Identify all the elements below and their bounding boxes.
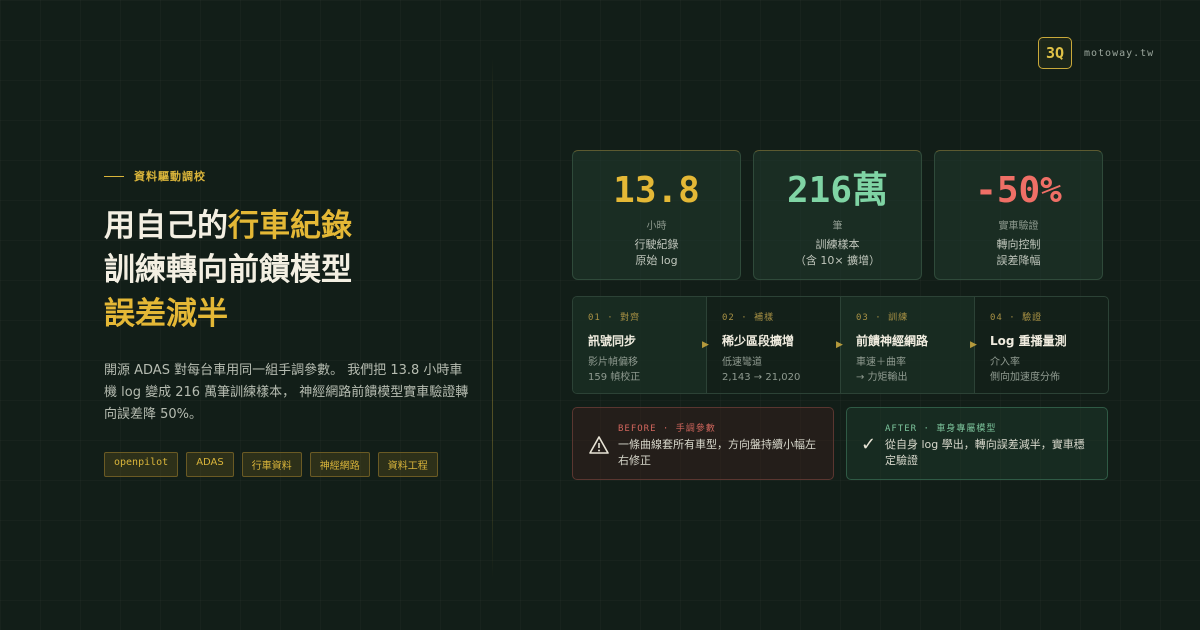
stat-value: 216萬 xyxy=(786,170,889,211)
before-text: 一條曲線套所有車型，方向盤持續小幅左右修正 xyxy=(618,438,816,467)
tag-data-engineering[interactable]: 資料工程 xyxy=(377,452,438,477)
pipeline-step-train: ▶ 03 · 訓練 前饋神經網路 車速＋曲率 → 力矩輸出 xyxy=(836,297,975,393)
stat-label-line1: 行駛紀錄 xyxy=(634,238,679,251)
eyebrow: 資料驅動調校 xyxy=(104,168,474,184)
stat-label: 行駛紀錄 原始 log xyxy=(573,237,740,269)
stat-label-line2: 誤差降幅 xyxy=(996,254,1041,267)
page-title: 用自己的行車紀錄 訓練轉向前饋模型 誤差減半 xyxy=(104,204,474,336)
site-domain: motoway.tw xyxy=(1084,47,1155,59)
stat-unit: 小時 xyxy=(646,221,667,232)
step-title: 稀少區段擴增 xyxy=(722,334,795,348)
tag-neural-network[interactable]: 神經網路 xyxy=(309,452,370,477)
title-line1-pre: 用自己的 xyxy=(104,208,228,244)
tag-openpilot[interactable]: openpilot xyxy=(104,452,179,477)
stat-value: -50% xyxy=(975,170,1062,211)
after-heading: AFTER · 車身專屬模型 xyxy=(885,424,997,434)
hero-text: 資料驅動調校 用自己的行車紀錄 訓練轉向前饋模型 誤差減半 開源 ADAS 對每… xyxy=(104,168,474,477)
step-number: 01 · 對齊 xyxy=(588,313,641,323)
tag-list: openpilot ADAS 行車資料 神經網路 資料工程 xyxy=(104,452,474,477)
title-line2: 訓練轉向前饋模型 xyxy=(104,252,352,288)
tag-adas[interactable]: ADAS xyxy=(186,452,234,477)
pipeline-step-validate: ▶ 04 · 驗證 Log 重播量測 介入率 側向加速度分佈 xyxy=(970,297,1108,393)
stat-unit: 筆 xyxy=(832,221,843,232)
description: 開源 ADAS 對每台車用同一組手調參數。 我們把 13.8 小時車機 log … xyxy=(104,363,469,422)
arrow-right-icon: ▶ xyxy=(702,340,709,350)
tag-driving-data[interactable]: 行車資料 xyxy=(241,452,302,477)
stat-card-error: -50% 實車驗證 轉向控制 誤差降幅 xyxy=(934,150,1103,280)
pipeline-step-augment: ▶ 02 · 補樣 稀少區段擴增 低速彎道 2,143 → 21,020 xyxy=(702,297,841,393)
stat-label-line2: （含 10× 擴增） xyxy=(794,254,881,267)
stat-card-hours: 13.8 小時 行駛紀錄 原始 log xyxy=(572,150,741,280)
step-title: 訊號同步 xyxy=(588,334,637,348)
arrow-right-icon: ▶ xyxy=(970,340,977,350)
stat-label-line1: 訓練樣本 xyxy=(815,238,860,251)
step-detail: 介入率 側向加速度分佈 xyxy=(990,357,1060,383)
stat-cards: 13.8 小時 行駛紀錄 原始 log 216萬 筆 訓練樣本 （含 10× 擴… xyxy=(572,150,1103,280)
step-detail: 車速＋曲率 → 力矩輸出 xyxy=(856,357,908,383)
eyebrow-label: 資料驅動調校 xyxy=(134,170,206,183)
column-divider xyxy=(492,58,493,578)
brand-logo[interactable]: 3Q motoway.tw xyxy=(1038,37,1154,69)
after-text: 從自身 log 學出，轉向誤差減半，實車穩定驗證 xyxy=(885,438,1085,467)
arrow-right-icon: ▶ xyxy=(836,340,843,350)
before-heading: BEFORE · 手調參數 xyxy=(618,424,716,434)
stat-label-line1: 轉向控制 xyxy=(996,238,1041,251)
stat-label: 轉向控制 誤差降幅 xyxy=(935,237,1102,269)
step-number: 02 · 補樣 xyxy=(722,313,775,323)
title-line3-highlight: 誤差減半 xyxy=(104,296,228,332)
stat-label-line2: 原始 log xyxy=(635,254,678,267)
step-title: 前饋神經網路 xyxy=(856,334,929,348)
stat-value: 13.8 xyxy=(613,170,700,211)
title-line1-highlight: 行車紀錄 xyxy=(228,208,352,244)
check-icon: ✓ xyxy=(861,434,877,455)
warning-icon xyxy=(589,436,609,454)
pipeline: 01 · 對齊 訊號同步 影片幀偏移 159 幀校正 ▶ 02 · 補樣 稀少區… xyxy=(572,296,1109,394)
step-title: Log 重播量測 xyxy=(990,334,1067,348)
after-card: ✓ AFTER · 車身專屬模型 從自身 log 學出，轉向誤差減半，實車穩定驗… xyxy=(846,407,1108,480)
before-card: BEFORE · 手調參數 一條曲線套所有車型，方向盤持續小幅左右修正 xyxy=(572,407,834,480)
eyebrow-line xyxy=(104,175,124,177)
step-number: 04 · 驗證 xyxy=(990,313,1043,323)
pipeline-step-align: 01 · 對齊 訊號同步 影片幀偏移 159 幀校正 xyxy=(573,297,707,393)
logo-mark: 3Q xyxy=(1038,37,1072,69)
stat-label: 訓練樣本 （含 10× 擴增） xyxy=(754,237,921,269)
stat-card-samples: 216萬 筆 訓練樣本 （含 10× 擴增） xyxy=(753,150,922,280)
step-detail: 低速彎道 2,143 → 21,020 xyxy=(722,357,801,383)
step-detail: 影片幀偏移 159 幀校正 xyxy=(588,357,641,383)
stat-unit: 實車驗證 xyxy=(998,221,1039,232)
step-number: 03 · 訓練 xyxy=(856,313,909,323)
